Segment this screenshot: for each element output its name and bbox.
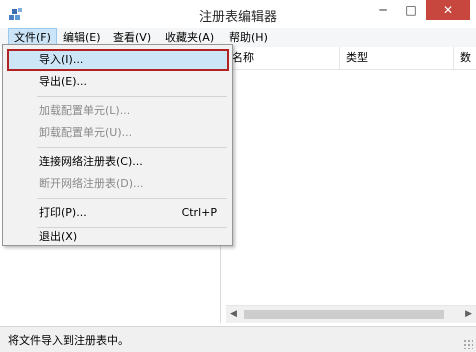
- menu-item-disconnect-network-registry: 断开网络注册表(D)...: [7, 173, 229, 195]
- menu-item-connect-network-registry[interactable]: 连接网络注册表(C)...: [7, 151, 229, 173]
- menu-item-print-label: 打印(P)...: [39, 206, 87, 219]
- close-button[interactable]: ✕: [426, 0, 470, 20]
- registry-editor-window: 注册表编辑器 ─ □ ✕ 文件(F) 编辑(E) 查看(V) 收藏夹(A) 帮助…: [0, 0, 476, 352]
- menu-item-unload-hive-label: 卸载配置单元(U)...: [39, 126, 133, 139]
- list-header: 名称 类型 数: [226, 47, 476, 70]
- menu-item-load-hive-label: 加载配置单元(L)...: [39, 104, 131, 117]
- column-header-type[interactable]: 类型: [340, 47, 454, 69]
- minimize-button[interactable]: ─: [370, 0, 396, 20]
- horizontal-scrollbar[interactable]: ◀ ▶: [226, 305, 476, 323]
- menu-item-export-label: 导出(E)...: [39, 75, 88, 88]
- menu-item-load-hive: 加载配置单元(L)...: [7, 100, 229, 122]
- value-list-pane[interactable]: 名称 类型 数 ◀ ▶: [226, 47, 476, 323]
- menu-item-import-label: 导入(I)...: [39, 53, 84, 66]
- menu-item-exit[interactable]: 退出(X): [7, 229, 229, 245]
- scroll-left-icon[interactable]: ◀: [230, 309, 237, 319]
- scrollbar-thumb[interactable]: [244, 310, 444, 319]
- menu-item-disconnect-label: 断开网络注册表(D)...: [39, 177, 144, 190]
- column-header-name[interactable]: 名称: [226, 47, 340, 69]
- file-menu-dropdown: 导入(I)... 导出(E)... 加载配置单元(L)... 卸载配置单元(U)…: [2, 44, 233, 246]
- column-header-data[interactable]: 数: [454, 47, 476, 69]
- menu-item-print[interactable]: 打印(P)... Ctrl+P: [7, 202, 229, 224]
- menu-separator: [37, 227, 227, 228]
- scroll-right-icon[interactable]: ▶: [465, 309, 472, 319]
- menu-item-import[interactable]: 导入(I)...: [7, 49, 229, 71]
- menu-item-export[interactable]: 导出(E)...: [7, 71, 229, 93]
- menu-separator: [37, 198, 227, 199]
- menu-item-print-shortcut: Ctrl+P: [181, 206, 217, 219]
- title-bar[interactable]: 注册表编辑器 ─ □ ✕: [0, 0, 476, 28]
- menu-item-exit-label: 退出(X): [39, 230, 78, 243]
- status-text: 将文件导入到注册表中。: [8, 334, 129, 347]
- resize-grip-icon[interactable]: [463, 339, 473, 349]
- menu-separator: [37, 147, 227, 148]
- menu-separator: [37, 96, 227, 97]
- menu-item-unload-hive: 卸载配置单元(U)...: [7, 122, 229, 144]
- maximize-button[interactable]: □: [398, 0, 424, 20]
- status-bar: 将文件导入到注册表中。: [0, 326, 476, 352]
- menu-item-connect-label: 连接网络注册表(C)...: [39, 155, 143, 168]
